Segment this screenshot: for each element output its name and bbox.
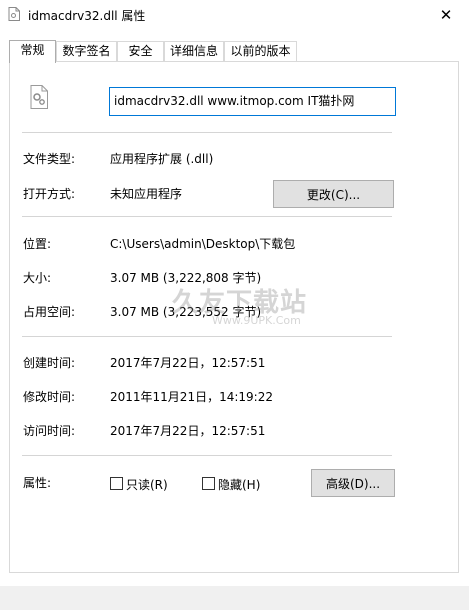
size-label: 大小: — [23, 271, 52, 285]
dll-file-icon — [8, 7, 20, 21]
created-label: 创建时间: — [23, 356, 76, 370]
dll-file-gear-icon — [30, 85, 48, 109]
advanced-button[interactable]: 高级(D)... — [311, 469, 395, 497]
location-label: 位置: — [23, 237, 52, 251]
dialog-button-area — [0, 586, 469, 610]
readonly-checkbox[interactable] — [110, 477, 123, 490]
modified-value: 2011年11月21日，14:19:22 — [110, 390, 273, 404]
tab-general[interactable]: 常规 — [9, 40, 56, 63]
location-value: C:\Users\admin\Desktop\下载包 — [110, 237, 296, 251]
close-button[interactable]: ✕ — [423, 0, 469, 30]
size-on-disk-label: 占用空间: — [23, 305, 76, 319]
file-name-input[interactable]: idmacdrv32.dll www.itmop.com IT猫扑网 — [109, 87, 396, 116]
tab-digital-signatures[interactable]: 数字签名 — [56, 41, 117, 62]
modified-label: 修改时间: — [23, 390, 76, 404]
hidden-checkbox-label[interactable]: 隐藏(H) — [218, 476, 260, 493]
change-button[interactable]: 更改(C)... — [273, 180, 394, 208]
accessed-label: 访问时间: — [23, 424, 76, 438]
separator — [22, 336, 392, 337]
title-bar: idmacdrv32.dll 属性 ✕ — [0, 0, 469, 30]
window-title: idmacdrv32.dll 属性 — [28, 9, 146, 23]
created-value: 2017年7月22日，12:57:51 — [110, 356, 266, 370]
watermark-logo: 久友下载站 Www.9UPK.Com — [172, 282, 307, 332]
tab-previous-versions[interactable]: 以前的版本 — [224, 41, 297, 62]
separator — [22, 216, 392, 217]
open-with-label: 打开方式: — [23, 187, 76, 201]
accessed-value: 2017年7月22日，12:57:51 — [110, 424, 266, 438]
tab-details[interactable]: 详细信息 — [164, 41, 224, 62]
watermark-url: Www.9UPK.Com — [212, 314, 301, 327]
tab-strip: 常规 数字签名 安全 详细信息 以前的版本 — [9, 40, 459, 63]
readonly-checkbox-label[interactable]: 只读(R) — [126, 476, 168, 493]
file-type-label: 文件类型: — [23, 152, 76, 166]
separator — [22, 132, 392, 133]
hidden-checkbox[interactable] — [202, 477, 215, 490]
file-type-value: 应用程序扩展 (.dll) — [110, 152, 214, 166]
separator — [22, 455, 392, 456]
tab-security[interactable]: 安全 — [117, 41, 164, 62]
attributes-label: 属性: — [23, 476, 52, 490]
open-with-value: 未知应用程序 — [110, 187, 183, 201]
close-icon: ✕ — [439, 6, 453, 24]
